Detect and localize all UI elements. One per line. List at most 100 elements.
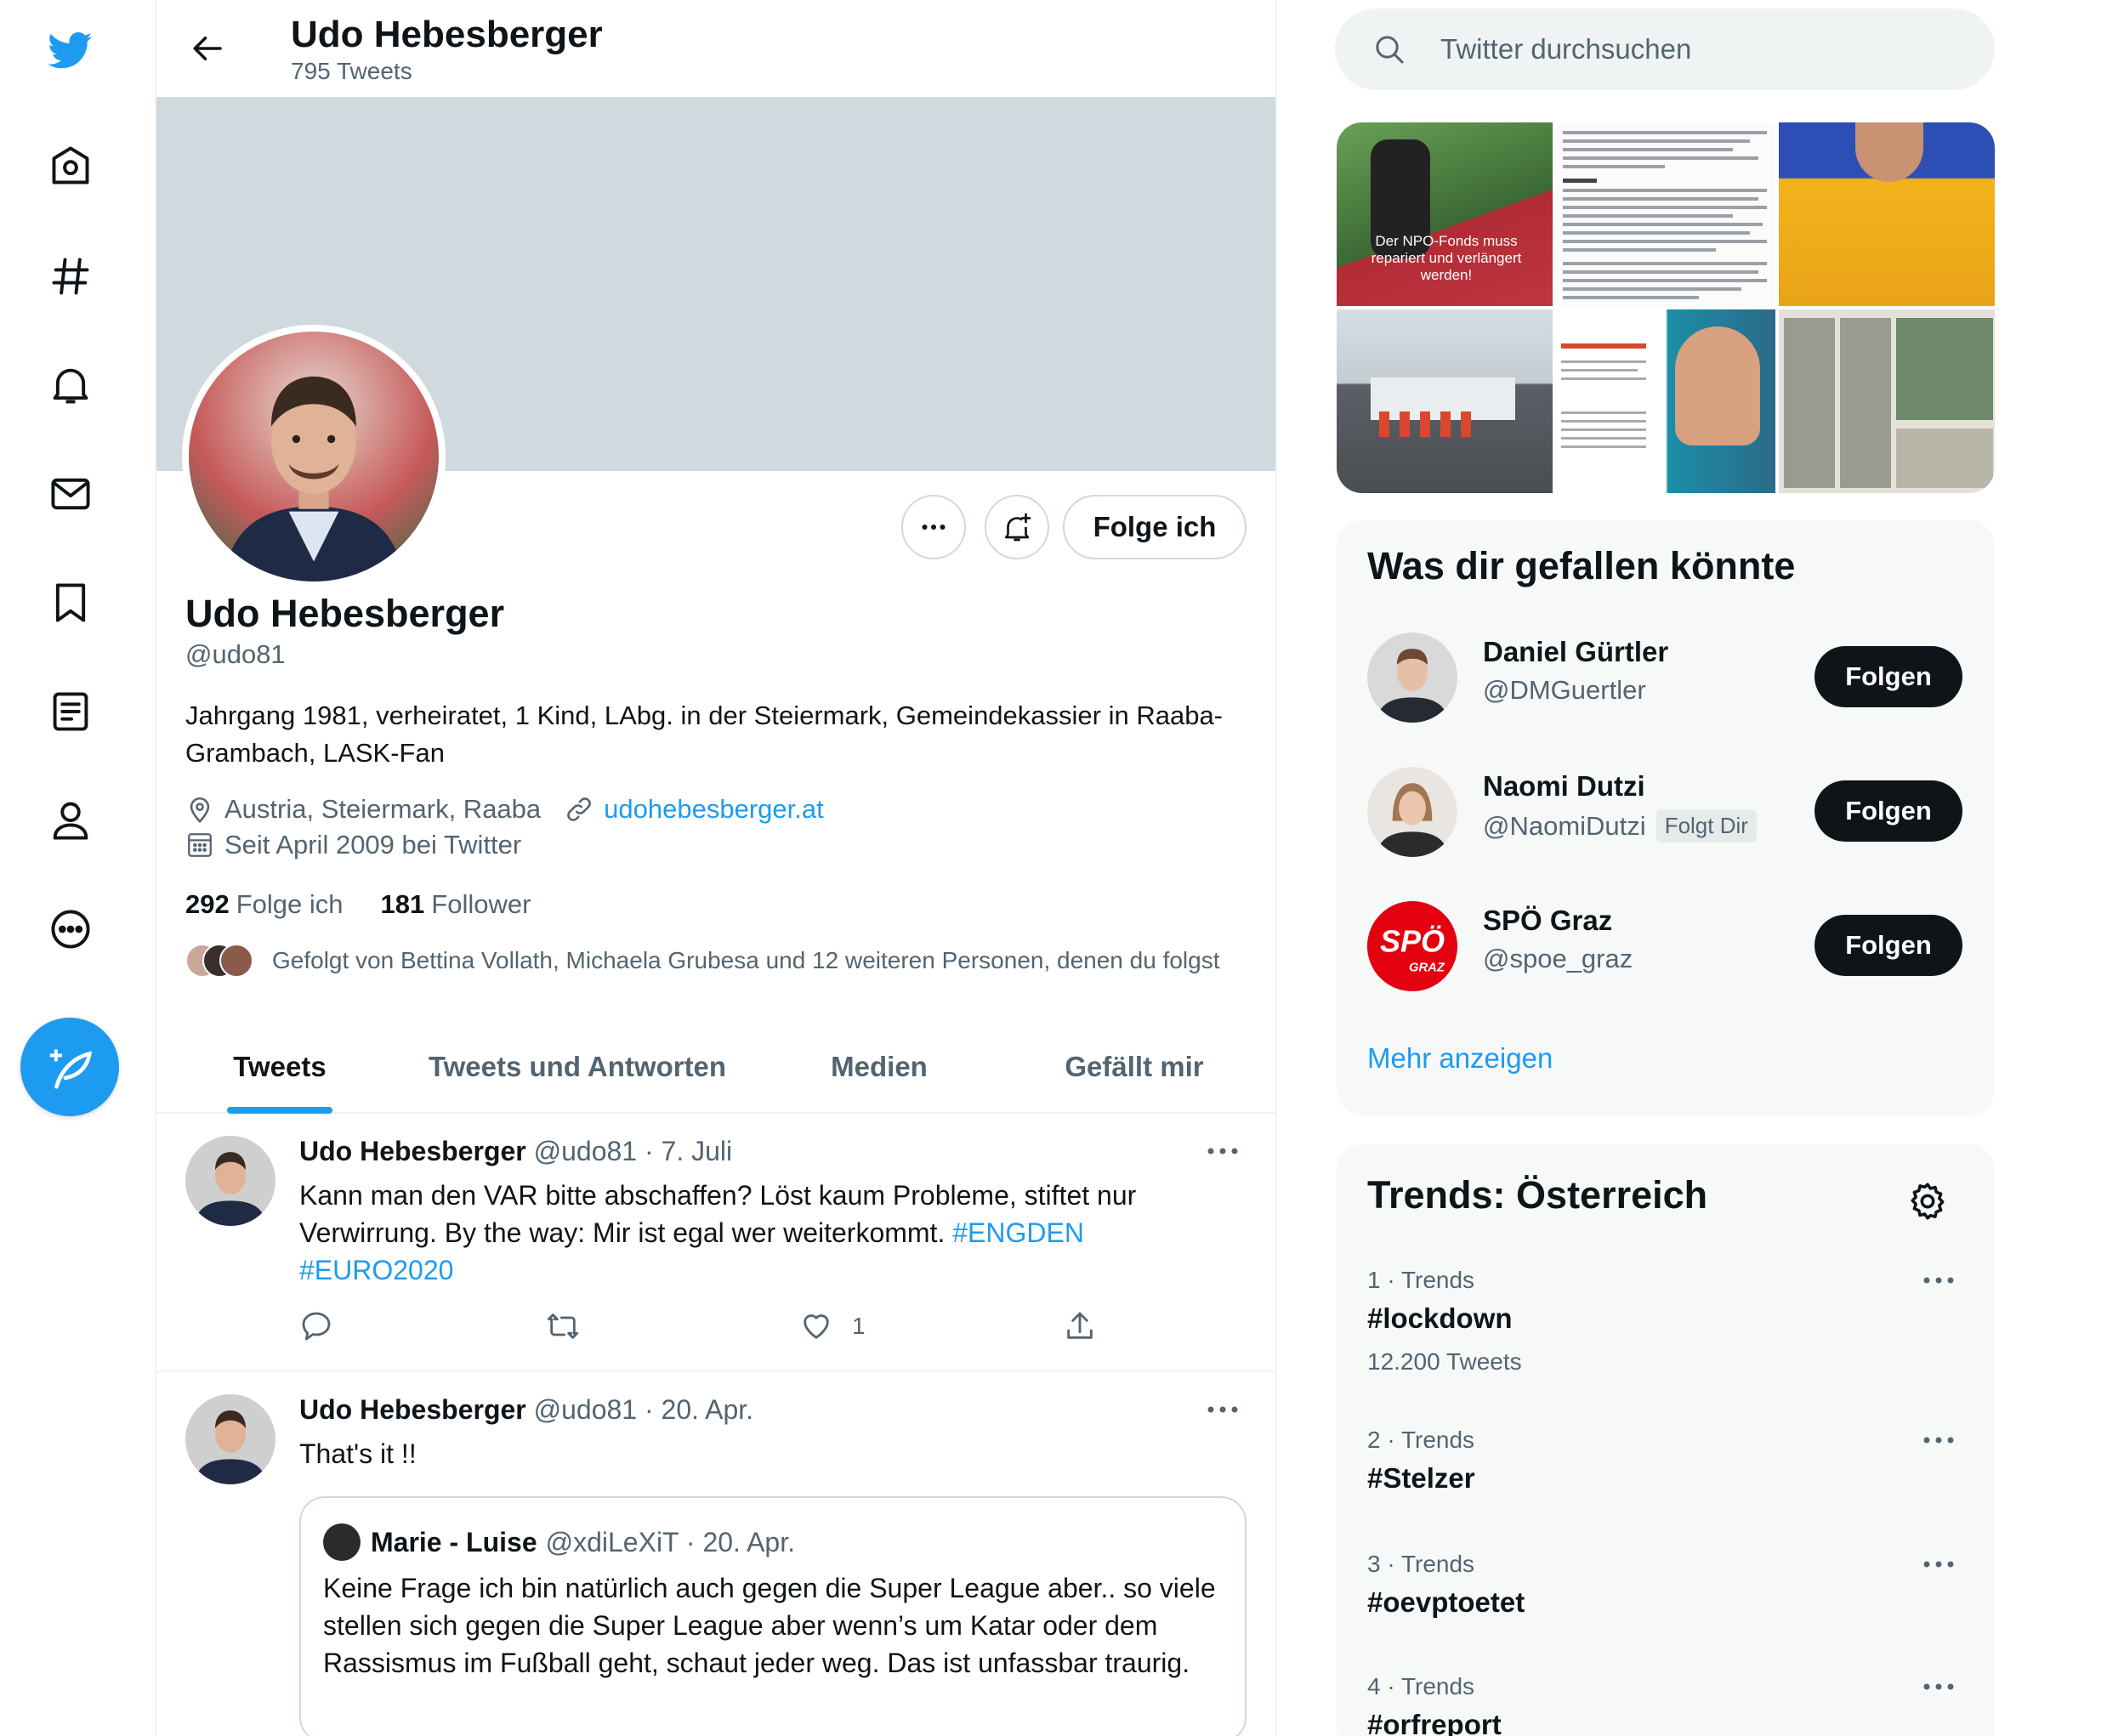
share-button[interactable] xyxy=(1063,1309,1097,1343)
retweet-button[interactable] xyxy=(546,1309,580,1343)
follow-button[interactable]: Folgen xyxy=(1814,915,1962,976)
quoted-tweet-text: Keine Frage ich bin natürlich auch gegen… xyxy=(323,1573,1216,1678)
compose-icon xyxy=(49,1049,93,1089)
user-handle-row: @spoe_graz xyxy=(1483,944,1633,974)
media-signs xyxy=(1379,411,1481,437)
spo-logo-icon[interactable]: SPÖ GRAZ xyxy=(1367,901,1457,991)
quoted-tweet-header: Marie - Luise @xdiLeXiT · 20. Apr. xyxy=(323,1523,795,1561)
home-icon[interactable] xyxy=(43,138,99,194)
user-handle: @DMGuertler xyxy=(1483,675,1646,705)
profile-joined: Seit April 2009 bei Twitter xyxy=(224,830,522,859)
trend-name: #lockdown xyxy=(1367,1302,1513,1334)
tweet-more-button[interactable] xyxy=(1199,1134,1247,1168)
media-thumbnail[interactable] xyxy=(1779,309,1995,493)
lists-icon[interactable] xyxy=(43,684,99,740)
following-stat[interactable]: 292 Folge ich xyxy=(185,889,344,920)
compose-tweet-button[interactable] xyxy=(20,1018,119,1116)
reply-button[interactable] xyxy=(299,1309,333,1343)
media-thumbnail[interactable] xyxy=(1337,309,1553,493)
twitter-logo-icon[interactable] xyxy=(43,22,99,78)
show-more-link[interactable]: Mehr anzeigen xyxy=(1367,1042,1553,1075)
left-nav xyxy=(0,0,155,1736)
follow-button[interactable]: Folgen xyxy=(1814,780,1962,842)
explore-icon[interactable] xyxy=(43,248,99,304)
tweet[interactable]: Udo Hebesberger @udo81 · 20. Apr. That's… xyxy=(156,1372,1275,1736)
media-thumbnail[interactable]: Der NPO-Fonds muss repariert und verläng… xyxy=(1337,122,1553,306)
trends-settings-button[interactable] xyxy=(1906,1180,1949,1223)
profile-more-button[interactable] xyxy=(901,495,966,559)
tweet-author[interactable]: Udo Hebesberger xyxy=(299,1136,526,1166)
media-thumbnail[interactable] xyxy=(1556,122,1775,306)
profile-location: Austria, Steiermark, Raaba xyxy=(224,794,542,824)
tweet-more-button[interactable] xyxy=(1199,1393,1247,1427)
tweet-avatar[interactable] xyxy=(185,1394,275,1484)
followers-label: Follower xyxy=(431,889,531,919)
like-button[interactable]: 1 xyxy=(799,1309,866,1343)
follow-button[interactable]: Folgen xyxy=(1814,646,1962,707)
link-icon xyxy=(567,797,591,821)
tab-media[interactable]: Medien xyxy=(752,1020,1007,1114)
notify-button[interactable] xyxy=(985,495,1049,559)
search-icon xyxy=(1376,36,1404,64)
bookmarks-icon[interactable] xyxy=(43,575,99,631)
user-avatar[interactable] xyxy=(1367,767,1457,857)
search-input[interactable]: Twitter durchsuchen xyxy=(1335,9,1995,90)
header-name: Udo Hebesberger xyxy=(291,14,603,55)
user-name: Daniel Gürtler xyxy=(1483,636,1669,667)
tab-tweets[interactable]: Tweets xyxy=(156,1020,403,1114)
back-button[interactable] xyxy=(180,20,236,77)
trends-panel: Trends: Österreich 1 · Trends #lockdown … xyxy=(1337,1144,1995,1736)
trend-name: #oevptoetet xyxy=(1367,1586,1525,1618)
tweet-avatar[interactable] xyxy=(185,1136,275,1226)
trend-meta: 3 · Trends xyxy=(1367,1551,1475,1577)
quoted-tweet[interactable]: Marie - Luise @xdiLeXiT · 20. Apr. Keine … xyxy=(299,1496,1247,1736)
quoted-avatar xyxy=(323,1523,361,1561)
trend-name: #orfreport xyxy=(1367,1709,1502,1736)
profile-stats: 292 Folge ich 181 Follower xyxy=(185,889,531,920)
retweet-icon xyxy=(547,1313,579,1339)
following-button[interactable]: Folge ich xyxy=(1063,495,1247,559)
tweet-count: 795 Tweets xyxy=(291,58,412,84)
profile-website-link[interactable]: udohebesberger.at xyxy=(604,794,824,825)
location-icon xyxy=(190,797,210,823)
media-thumbnail[interactable] xyxy=(1779,122,1995,306)
tweet-meta: @udo81 · 7. Juli xyxy=(533,1136,733,1166)
media-thumbnail[interactable] xyxy=(1556,309,1775,493)
more-icon[interactable] xyxy=(43,901,99,957)
quoted-meta: @xdiLeXiT · 20. Apr. xyxy=(545,1526,795,1557)
tweet-text: Kann man den VAR bitte abschaffen? Löst … xyxy=(299,1177,1218,1289)
more-horizontal-icon[interactable] xyxy=(1922,1272,1956,1289)
messages-icon[interactable] xyxy=(43,466,99,522)
suggested-user[interactable]: Naomi Dutzi @NaomiDutzi Folgt Dir Folgen xyxy=(1337,748,1995,876)
reply-icon xyxy=(302,1312,331,1341)
more-horizontal-icon[interactable] xyxy=(1922,1432,1956,1449)
profile-icon[interactable] xyxy=(43,792,99,848)
hashtag-link[interactable]: #ENGDEN xyxy=(952,1217,1084,1248)
trend-item[interactable]: 4 · Trends #orfreport xyxy=(1337,1673,1995,1736)
notifications-icon[interactable] xyxy=(43,357,99,413)
following-label: Folge ich xyxy=(236,889,344,919)
suggested-user[interactable]: SPÖ GRAZ SPÖ Graz @spoe_graz Folgen xyxy=(1337,882,1995,1010)
document-preview xyxy=(1563,131,1767,299)
document-preview xyxy=(1561,343,1646,448)
tweet-author[interactable]: Udo Hebesberger xyxy=(299,1394,526,1425)
followed-by-row[interactable]: Gefolgt von Bettina Vollath, Michaela Gr… xyxy=(185,944,1220,978)
suggested-user[interactable]: Daniel Gürtler @DMGuertler Folgen xyxy=(1337,614,1995,741)
followers-stat[interactable]: 181 Follower xyxy=(381,889,531,920)
trend-item[interactable]: 1 · Trends #lockdown 12.200 Tweets xyxy=(1337,1267,1995,1394)
profile-header-bar: Udo Hebesberger 795 Tweets xyxy=(156,0,1275,97)
calendar-icon xyxy=(188,833,212,857)
profile-column: Udo Hebesberger 795 Tweets Folge ich Udo… xyxy=(155,0,1277,1736)
trend-item[interactable]: 3 · Trends #oevptoetet xyxy=(1337,1551,1995,1644)
tab-likes[interactable]: Gefällt mir xyxy=(1007,1020,1262,1114)
user-avatar[interactable] xyxy=(1367,633,1457,723)
profile-avatar[interactable] xyxy=(182,325,446,588)
trend-item[interactable]: 2 · Trends #Stelzer xyxy=(1337,1427,1995,1520)
hashtag-link[interactable]: #EURO2020 xyxy=(299,1255,453,1285)
tweet-header: Udo Hebesberger @udo81 · 7. Juli xyxy=(299,1136,732,1167)
tab-tweets-replies[interactable]: Tweets und Antworten xyxy=(403,1020,752,1114)
like-icon xyxy=(804,1314,829,1339)
more-horizontal-icon[interactable] xyxy=(1922,1678,1956,1695)
tweet[interactable]: Udo Hebesberger @udo81 · 7. Juli Kann ma… xyxy=(156,1115,1275,1372)
more-horizontal-icon[interactable] xyxy=(1922,1556,1956,1573)
